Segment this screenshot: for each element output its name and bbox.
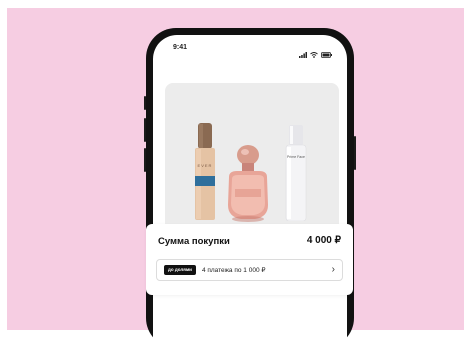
phone-power-button: [354, 136, 356, 170]
foundation-bottle: EVER: [193, 123, 217, 221]
serum-label: Prime Face: [287, 155, 305, 159]
purchase-sum-label: Сумма покупки: [158, 236, 230, 247]
installment-option-button[interactable]: до долями 4 платежа по 1 000 ₽ ›: [156, 259, 343, 281]
phone-frame: 9:41 EVER Prime Face: [144, 28, 356, 348]
phone-mute-button: [144, 96, 146, 110]
status-time: 9:41: [173, 44, 188, 51]
perfume-bottle: [223, 145, 273, 223]
phone-volume-down-button: [144, 148, 146, 172]
foundation-label: EVER: [197, 163, 213, 168]
phone-screen: 9:41 EVER Prime Face: [153, 35, 347, 348]
status-icons: [299, 45, 332, 63]
phone-volume-up-button: [144, 118, 146, 142]
chevron-right-icon: ›: [331, 264, 335, 275]
signal-icon: [299, 45, 307, 63]
serum-bottle: Prime Face: [283, 125, 309, 222]
installments-text: 4 платежа по 1 000 ₽: [201, 267, 266, 274]
split-payment-badge: до долями: [164, 264, 196, 276]
battery-icon: [321, 45, 332, 63]
wifi-icon: [310, 45, 318, 63]
purchase-summary-card: Сумма покупки 4 000 ₽ до долями 4 платеж…: [146, 224, 353, 295]
purchase-sum-value: 4 000 ₽: [306, 235, 341, 246]
